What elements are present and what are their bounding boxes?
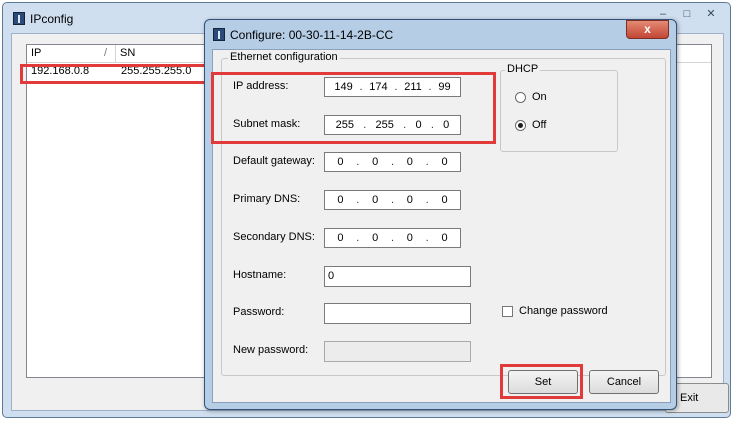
primary-dns-field[interactable]: 0. 0. 0. 0 xyxy=(324,190,461,210)
app-icon xyxy=(13,12,25,25)
secondary-dns-octet-1: 0 xyxy=(337,232,344,244)
set-button-highlight xyxy=(500,364,583,399)
primary-dns-octet-4: 0 xyxy=(441,194,448,206)
password-label: Password: xyxy=(233,306,285,318)
dhcp-legend: DHCP xyxy=(505,63,541,75)
password-input[interactable] xyxy=(324,303,471,324)
hostname-input[interactable]: 0 xyxy=(324,266,471,287)
secondary-dns-octet-4: 0 xyxy=(441,232,448,244)
radio-off-state-icon xyxy=(515,91,526,103)
new-password-input xyxy=(324,341,471,362)
dhcp-off-radio[interactable]: Off xyxy=(515,119,546,131)
hostname-label: Hostname: xyxy=(233,269,287,281)
primary-dns-octet-1: 0 xyxy=(337,194,344,206)
device-row-highlight xyxy=(20,64,212,84)
column-header-ip[interactable]: IP / xyxy=(27,45,116,63)
secondary-dns-octet-2: 0 xyxy=(372,232,379,244)
ipconfig-title-text: IPconfig xyxy=(30,12,74,26)
dialog-title-text: Configure: 00-30-11-14-2B-CC xyxy=(230,28,394,42)
primary-dns-octet-3: 0 xyxy=(406,194,413,206)
ip-subnet-highlight xyxy=(211,72,496,144)
gateway-octet-2: 0 xyxy=(372,156,379,168)
dhcp-group: DHCP On Off xyxy=(500,63,618,152)
secondary-dns-label: Secondary DNS: xyxy=(233,231,315,243)
change-password-label: Change password xyxy=(519,305,608,317)
dialog-close-button[interactable]: x xyxy=(626,20,669,39)
change-password-checkbox[interactable]: Change password xyxy=(502,305,608,317)
maximize-icon[interactable]: □ xyxy=(678,7,696,23)
new-password-label: New password: xyxy=(233,344,309,356)
secondary-dns-field[interactable]: 0. 0. 0. 0 xyxy=(324,228,461,248)
column-header-sn[interactable]: SN xyxy=(116,45,216,63)
default-gateway-label: Default gateway: xyxy=(233,155,315,167)
gateway-octet-3: 0 xyxy=(406,156,413,168)
column-header-ip-label: IP xyxy=(31,47,42,59)
default-gateway-field[interactable]: 0. 0. 0. 0 xyxy=(324,152,461,172)
secondary-dns-octet-3: 0 xyxy=(406,232,413,244)
checkbox-icon xyxy=(502,305,513,317)
sort-indicator-icon: / xyxy=(103,47,107,59)
gateway-octet-1: 0 xyxy=(337,156,344,168)
dialog-app-icon xyxy=(213,28,225,41)
ethernet-configuration-legend: Ethernet configuration xyxy=(228,51,340,63)
dhcp-off-label: Off xyxy=(532,119,547,131)
radio-selected-icon xyxy=(515,119,526,131)
primary-dns-label: Primary DNS: xyxy=(233,193,301,205)
cancel-button[interactable]: Cancel xyxy=(589,370,659,394)
gateway-octet-4: 0 xyxy=(441,156,448,168)
dialog-title: Configure: 00-30-11-14-2B-CC xyxy=(213,28,393,42)
dhcp-on-label: On xyxy=(532,91,547,103)
close-window-icon[interactable]: ✕ xyxy=(702,7,720,23)
dhcp-on-radio[interactable]: On xyxy=(515,91,547,103)
column-header-sn-label: SN xyxy=(120,47,136,59)
primary-dns-octet-2: 0 xyxy=(372,194,379,206)
ipconfig-title: IPconfig xyxy=(13,12,73,26)
